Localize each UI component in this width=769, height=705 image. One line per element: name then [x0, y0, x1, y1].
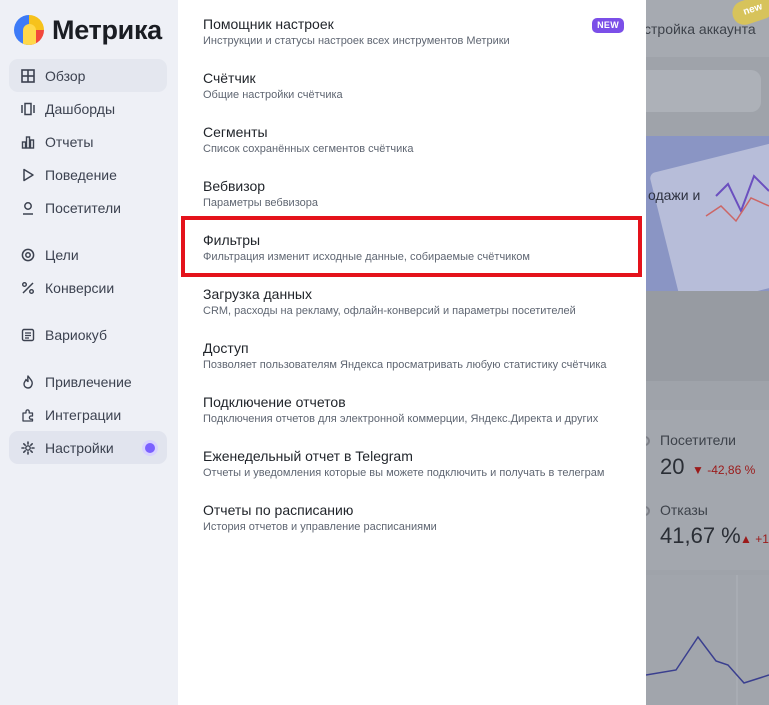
menu-item-description: Инструкции и статусы настроек всех инстр…	[203, 35, 510, 47]
menu-item-setup-assistant[interactable]: Помощник настроек Инструкции и статусы н…	[178, 0, 646, 50]
stat-value-visitors: 20	[660, 454, 685, 479]
target-icon	[20, 247, 35, 262]
page-section	[646, 291, 769, 381]
menu-item-report-connections[interactable]: Подключение отчетов Подключения отчетов …	[178, 378, 646, 428]
menu-item-description: Отчеты и уведомления которые вы можете п…	[203, 467, 605, 479]
dashboards-icon	[20, 101, 35, 116]
sidebar-nav: Обзор Дашборды Отчеты Поведение Посетите…	[9, 59, 167, 464]
menu-item-segments[interactable]: Сегменты Список сохранённых сегментов сч…	[178, 108, 646, 158]
sidebar-item-label: Вариокуб	[45, 326, 107, 343]
traffic-chart-line	[646, 575, 769, 705]
new-badge: NEW	[592, 18, 624, 33]
bounce-icon	[646, 506, 650, 516]
variocube-icon	[20, 327, 35, 342]
menu-item-description: Параметры вебвизора	[203, 197, 318, 209]
sidebar-item-conversions[interactable]: Конверсии	[9, 271, 167, 304]
sidebar-item-label: Обзор	[45, 67, 86, 84]
stat-delta-bounces: ▲ +1	[740, 532, 769, 546]
promo-banner: одажи и	[646, 136, 769, 310]
sidebar-item-settings[interactable]: Настройки	[9, 431, 167, 464]
sidebar-item-label: Цели	[45, 246, 79, 263]
menu-item-title: Помощник настроек	[203, 16, 334, 32]
grid-icon	[20, 68, 35, 83]
sidebar-item-label: Посетители	[45, 199, 121, 216]
menu-item-title: Отчеты по расписанию	[203, 502, 354, 518]
menu-item-telegram-report[interactable]: Еженедельный отчет в Telegram Отчеты и у…	[178, 432, 646, 482]
menu-item-description: Позволяет пользователям Яндекса просматр…	[203, 359, 607, 371]
settings-menu-panel: Помощник настроек Инструкции и статусы н…	[178, 0, 646, 705]
page-search-bar	[646, 70, 761, 112]
sidebar-item-dashboards[interactable]: Дашборды	[9, 92, 167, 125]
gear-icon	[20, 440, 35, 455]
sidebar-item-label: Интеграции	[45, 406, 122, 423]
flame-icon	[20, 374, 35, 389]
percent-icon	[20, 280, 35, 295]
traffic-chart	[646, 575, 769, 705]
menu-item-title: Доступ	[203, 340, 249, 356]
menu-item-title: Подключение отчетов	[203, 394, 346, 410]
sidebar-item-label: Дашборды	[45, 100, 115, 117]
sidebar-item-goals[interactable]: Цели	[9, 238, 167, 271]
menu-item-title: Сегменты	[203, 124, 268, 140]
sidebar-item-behavior[interactable]: Поведение	[9, 158, 167, 191]
puzzle-icon	[20, 407, 35, 422]
menu-item-title: Еженедельный отчет в Telegram	[203, 448, 413, 464]
bar-chart-icon	[20, 134, 35, 149]
menu-item-title: Вебвизор	[203, 178, 266, 194]
sidebar-item-visitors[interactable]: Посетители	[9, 191, 167, 224]
stat-label-bounces: Отказы	[660, 502, 708, 518]
menu-item-access[interactable]: Доступ Позволяет пользователям Яндекса п…	[178, 324, 646, 374]
menu-item-description: Подключения отчетов для электронной комм…	[203, 413, 599, 425]
dimmed-page-background: стройка аккаунта одажи и new Посетители …	[646, 0, 769, 705]
menu-item-title: Фильтры	[203, 232, 261, 248]
sidebar-item-label: Настройки	[45, 439, 114, 456]
settings-indicator-dot	[145, 443, 155, 453]
stat-delta-visitors: ▼ -42,86 %	[692, 463, 756, 477]
menu-item-description: CRM, расходы на рекламу, офлайн-конверси…	[203, 305, 576, 317]
menu-item-filters[interactable]: Фильтры Фильтрация изменит исходные данн…	[178, 216, 646, 266]
menu-item-description: Список сохранённых сегментов счётчика	[203, 143, 414, 155]
menu-item-data-upload[interactable]: Загрузка данных CRM, расходы на рекламу,…	[178, 270, 646, 320]
logo-text: Метрика	[52, 14, 162, 45]
stat-label-visitors: Посетители	[660, 432, 736, 448]
metrika-logo[interactable]: Метрика	[14, 14, 162, 46]
menu-item-description: Общие настройки счётчика	[203, 89, 343, 101]
sidebar-item-label: Поведение	[45, 166, 117, 183]
stat-value-bounces: 41,67 %	[660, 523, 741, 548]
user-icon	[20, 200, 35, 215]
menu-item-title: Счётчик	[203, 70, 256, 86]
sidebar-item-label: Привлечение	[45, 373, 132, 390]
visitors-icon	[646, 436, 650, 446]
sidebar-item-label: Конверсии	[45, 279, 115, 296]
sidebar-item-reports[interactable]: Отчеты	[9, 125, 167, 158]
stats-card: Посетители 20 ▼ -42,86 % Отказы 41,67 % …	[646, 410, 769, 570]
play-icon	[20, 167, 35, 182]
menu-item-description: История отчетов и управление расписаниям…	[203, 521, 437, 533]
sidebar-item-integrations[interactable]: Интеграции	[9, 398, 167, 431]
menu-item-counter[interactable]: Счётчик Общие настройки счётчика	[178, 54, 646, 104]
menu-item-webvisor[interactable]: Вебвизор Параметры вебвизора	[178, 162, 646, 212]
sidebar-item-label: Отчеты	[45, 133, 94, 150]
menu-item-title: Загрузка данных	[203, 286, 312, 302]
sidebar: Метрика Обзор Дашборды Отчеты Поведение	[0, 0, 178, 705]
banner-chart-illustration	[705, 174, 769, 223]
sidebar-item-overview[interactable]: Обзор	[9, 59, 167, 92]
menu-item-description: Фильтрация изменит исходные данные, соби…	[203, 251, 530, 263]
metrika-logo-icon	[14, 15, 44, 45]
sidebar-item-variocube[interactable]: Вариокуб	[9, 318, 167, 351]
sidebar-item-acquisition[interactable]: Привлечение	[9, 365, 167, 398]
menu-item-scheduled-reports[interactable]: Отчеты по расписанию История отчетов и у…	[178, 486, 646, 536]
